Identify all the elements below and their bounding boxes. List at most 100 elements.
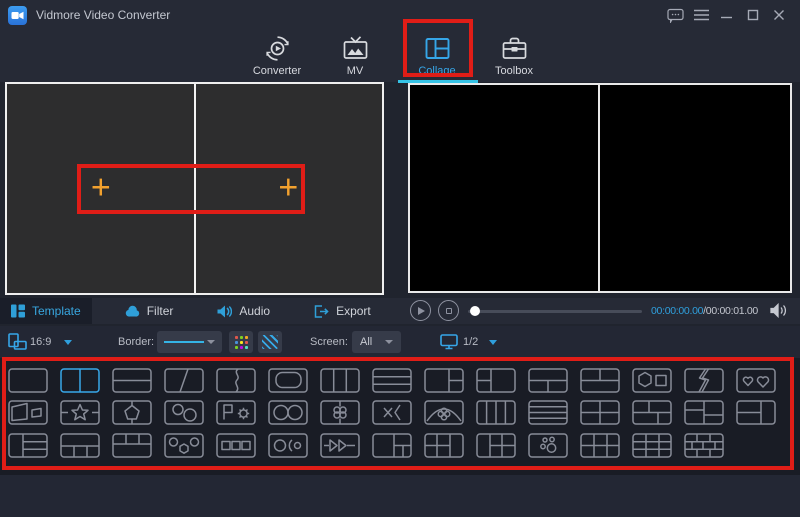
nav-label: Collage [418, 65, 456, 77]
template-item-left1rightgrid[interactable] [476, 433, 516, 458]
template-item-xbracket[interactable] [372, 400, 412, 425]
template-row-2 [8, 400, 776, 425]
menu-icon[interactable] [688, 0, 714, 30]
add-video-button-left[interactable]: + [91, 170, 111, 204]
time-total: 00:00:01.00 [705, 305, 758, 317]
template-item-flaggear[interactable] [216, 400, 256, 425]
main-nav: Converter MV Collage Toolbox [0, 30, 800, 82]
mv-icon [320, 34, 390, 62]
template-item-gridbrick[interactable] [684, 433, 724, 458]
template-item-circ2diag[interactable] [164, 400, 204, 425]
toolbox-icon [479, 34, 549, 62]
template-item-grid22[interactable] [580, 400, 620, 425]
template-item-left1right3[interactable] [8, 433, 48, 458]
template-item-top1-bottom2[interactable] [528, 368, 568, 393]
template-row-1 [8, 368, 776, 393]
border-color-button[interactable] [229, 331, 253, 353]
template-item-rows3[interactable] [372, 368, 412, 393]
template-item-rows2[interactable] [112, 368, 152, 393]
template-item-grid32[interactable] [580, 433, 620, 458]
tab-filter[interactable]: Filter [114, 298, 185, 324]
canvas-divider[interactable] [193, 84, 196, 293]
template-item-archflower[interactable] [424, 400, 464, 425]
app-logo-icon [8, 5, 27, 25]
template-item-top2-bottom1[interactable] [580, 368, 620, 393]
aspect-ratio-dropdown-arrow[interactable] [64, 340, 72, 345]
hatch-pattern-icon [262, 335, 278, 349]
template-item-single[interactable] [8, 368, 48, 393]
template-grid [0, 358, 800, 475]
collage-edit-canvas: + + [5, 82, 384, 295]
feedback-bubble-icon[interactable] [662, 0, 688, 30]
template-item-circ2[interactable] [268, 400, 308, 425]
template-item-pipround[interactable] [268, 368, 308, 393]
stop-button[interactable] [438, 300, 459, 321]
template-item-grid33[interactable] [632, 433, 672, 458]
video-preview [408, 83, 792, 293]
template-item-top3bottom1[interactable] [112, 433, 152, 458]
page-dropdown-arrow[interactable] [489, 340, 497, 345]
template-item-leftbig-right2[interactable] [424, 368, 464, 393]
template-item-gridasym2[interactable] [684, 400, 724, 425]
add-video-button-right[interactable]: + [278, 170, 298, 204]
border-pattern-button[interactable] [258, 331, 282, 353]
template-item-left1right2b[interactable] [372, 433, 412, 458]
nav-tab-mv[interactable]: MV [320, 34, 390, 77]
nav-label: Toolbox [495, 65, 533, 77]
template-item-left2right1[interactable] [736, 400, 776, 425]
template-item-curve[interactable] [216, 368, 256, 393]
converter-icon [242, 34, 312, 62]
template-item-cloversplit[interactable] [320, 400, 360, 425]
template-item-bolt[interactable] [684, 368, 724, 393]
template-item-skewquads[interactable] [8, 400, 48, 425]
nav-tab-toolbox[interactable]: Toolbox [479, 34, 549, 77]
template-item-rows4[interactable] [528, 400, 568, 425]
template-item-starsplit[interactable] [60, 400, 100, 425]
seek-thumb[interactable] [470, 306, 480, 316]
template-item-cols4[interactable] [476, 400, 516, 425]
titlebar: Vidmore Video Converter [0, 0, 800, 30]
screen-dropdown[interactable]: All [352, 331, 401, 353]
bottom-bar: Export [0, 475, 800, 517]
template-item-left2-rightbig[interactable] [476, 368, 516, 393]
filter-icon [125, 305, 140, 318]
audio-icon [217, 305, 233, 318]
template-item-hexsquare[interactable] [632, 368, 672, 393]
time-current: 00:00:00.00 [651, 305, 704, 317]
template-item-circarcdot[interactable] [268, 433, 308, 458]
template-item-pentsplit[interactable] [112, 400, 152, 425]
template-item-circhexcirc[interactable] [164, 433, 204, 458]
volume-icon[interactable] [770, 302, 787, 323]
close-button[interactable] [766, 0, 792, 30]
nav-tab-converter[interactable]: Converter [242, 34, 312, 77]
monitor-icon [440, 334, 458, 355]
screen-value: All [360, 336, 373, 348]
page-indicator: 1/2 [463, 336, 479, 348]
template-icon [11, 304, 25, 318]
tab-audio[interactable]: Audio [206, 298, 281, 324]
template-item-gridL22R1[interactable] [424, 433, 464, 458]
template-item-gridasym1[interactable] [632, 400, 672, 425]
play-button[interactable] [410, 300, 431, 321]
template-item-hearts[interactable] [736, 368, 776, 393]
tab-export[interactable]: Export [303, 298, 382, 324]
template-item-squares3[interactable] [216, 433, 256, 458]
template-item-top1bottom3[interactable] [60, 433, 100, 458]
aspect-ratio-value[interactable]: 16:9 [30, 336, 51, 348]
template-item-diag[interactable] [164, 368, 204, 393]
template-row-3 [8, 433, 724, 458]
maximize-button[interactable] [740, 0, 766, 30]
nav-tab-collage[interactable]: Collage [402, 34, 472, 77]
aspect-ratio-icon [8, 333, 27, 355]
minimize-button[interactable] [714, 0, 740, 30]
template-item-dotscatter[interactable] [528, 433, 568, 458]
template-item-cols3[interactable] [320, 368, 360, 393]
seek-slider[interactable] [468, 298, 642, 324]
color-dots-icon [234, 335, 248, 349]
template-item-arrows2[interactable] [320, 433, 360, 458]
export-icon [314, 304, 329, 318]
nav-label: MV [346, 65, 364, 77]
tab-template[interactable]: Template [0, 298, 92, 324]
border-style-dropdown[interactable] [157, 331, 222, 353]
template-item-cols2[interactable] [60, 368, 100, 393]
